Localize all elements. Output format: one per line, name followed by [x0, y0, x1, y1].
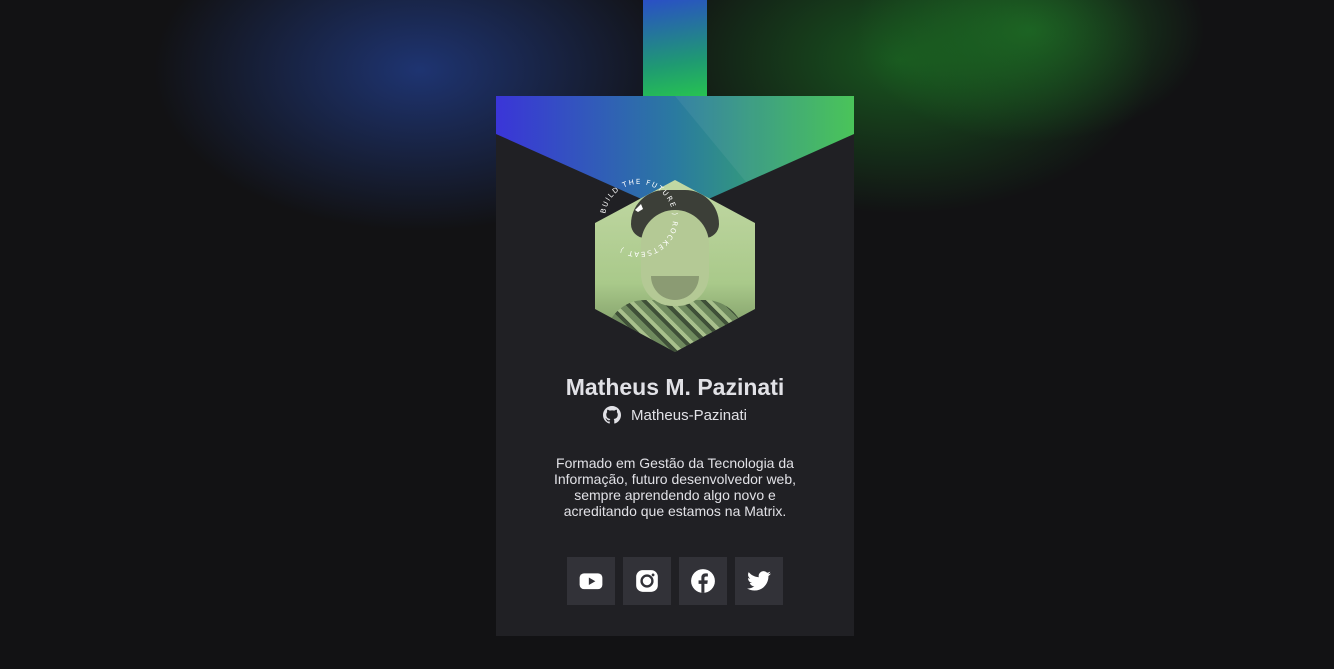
github-link[interactable]: Matheus-Pazinati [496, 406, 854, 424]
profile-name: Matheus M. Pazinati [565, 374, 785, 400]
facebook-icon [691, 569, 715, 593]
github-icon [603, 406, 622, 424]
twitter-icon [747, 571, 771, 591]
instagram-button[interactable] [623, 557, 671, 605]
youtube-button[interactable] [567, 557, 615, 605]
social-links [567, 557, 783, 605]
svg-text:BUILD THE FUTURE ⟩ ROCKETSEAT: BUILD THE FUTURE ⟩ ROCKETSEAT ⟩ [599, 178, 679, 258]
rocketseat-seal-icon: BUILD THE FUTURE ⟩ ROCKETSEAT ⟩ [599, 178, 679, 258]
profile-badge-card: BUILD THE FUTURE ⟩ ROCKETSEAT ⟩ Matheus … [496, 96, 854, 636]
profile-bio: Formado em Gestão da Tecnologia da Infor… [553, 455, 797, 519]
profile-photo-hexagon: BUILD THE FUTURE ⟩ ROCKETSEAT ⟩ [595, 178, 755, 352]
twitter-button[interactable] [735, 557, 783, 605]
instagram-icon [636, 570, 658, 592]
youtube-icon [579, 573, 603, 590]
github-username: Matheus-Pazinati [631, 406, 747, 424]
facebook-button[interactable] [679, 557, 727, 605]
